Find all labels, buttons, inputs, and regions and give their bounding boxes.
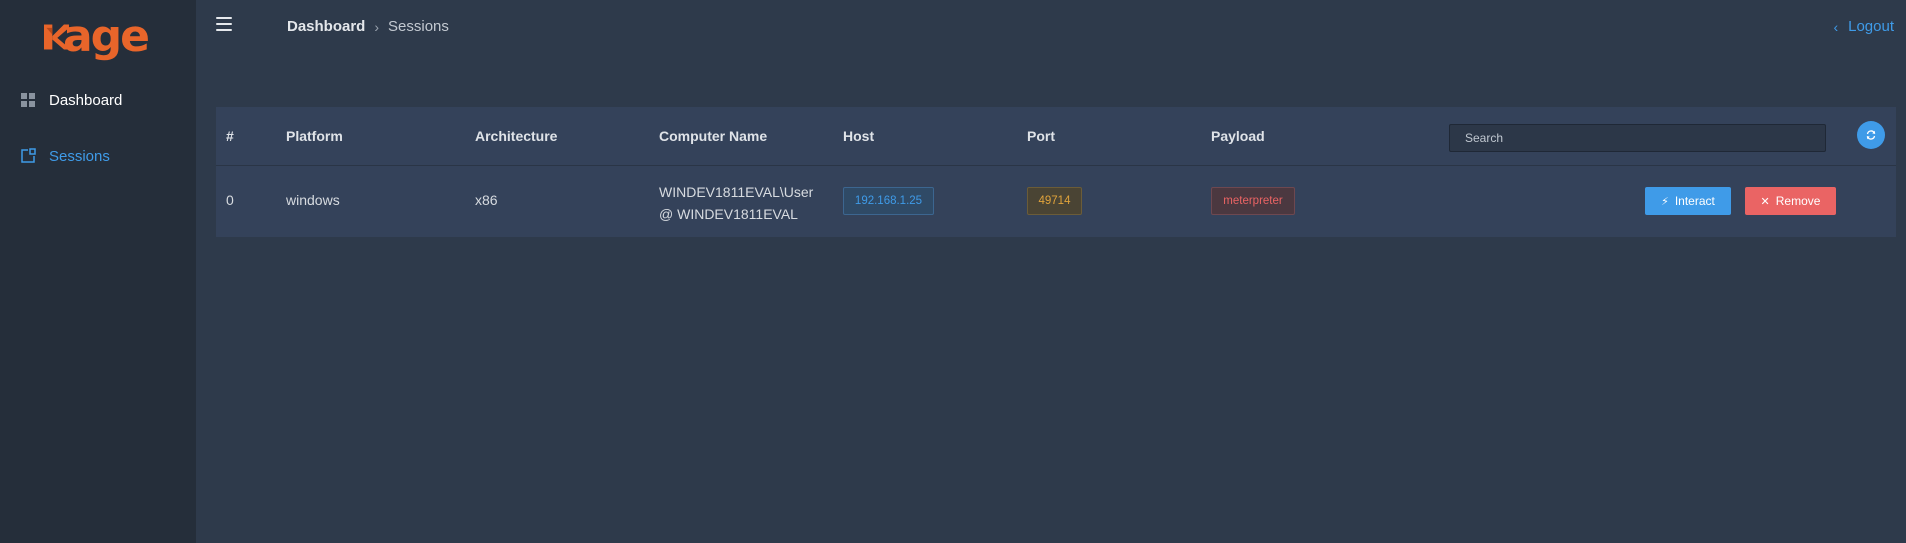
table-row: 0 windows x86 WINDEV1811EVAL\User @ WIND… xyxy=(216,167,1896,237)
lightning-icon: ⚡ xyxy=(1661,195,1669,208)
chevron-right-icon: › xyxy=(374,18,380,35)
breadcrumb-dashboard[interactable]: Dashboard xyxy=(287,18,365,35)
column-header-host[interactable]: Host xyxy=(843,128,874,144)
breadcrumb: Dashboard › Sessions xyxy=(287,18,449,35)
column-header-computer-name[interactable]: Computer Name xyxy=(659,128,767,144)
hamburger-menu-icon[interactable] xyxy=(216,17,232,31)
session-id: 0 xyxy=(226,192,234,208)
interact-label: Interact xyxy=(1674,194,1715,208)
refresh-icon xyxy=(1866,130,1876,140)
grid-icon xyxy=(21,93,35,107)
refresh-button[interactable] xyxy=(1857,121,1885,149)
column-header-port[interactable]: Port xyxy=(1027,128,1055,144)
session-platform: windows xyxy=(286,192,340,208)
remove-button[interactable]: ✕ Remove xyxy=(1745,187,1836,215)
column-header-id[interactable]: # xyxy=(226,128,234,144)
port-badge: 49714 xyxy=(1027,187,1082,215)
sidebar: age Dashboard Sessions xyxy=(0,0,196,543)
sidebar-item-sessions[interactable]: Sessions xyxy=(0,136,196,176)
kage-logo[interactable]: age xyxy=(44,11,150,62)
sidebar-item-dashboard[interactable]: Dashboard xyxy=(0,80,196,120)
computer-name-host: @ WINDEV1811EVAL xyxy=(659,206,798,222)
session-architecture: x86 xyxy=(475,192,498,208)
logout-link[interactable]: ‹ Logout xyxy=(1833,18,1894,35)
computer-name-user: WINDEV1811EVAL\User xyxy=(659,184,814,200)
column-header-payload[interactable]: Payload xyxy=(1211,128,1265,144)
sessions-table: # Platform Architecture Computer Name Ho… xyxy=(216,107,1896,237)
session-computer-name: WINDEV1811EVAL\User @ WINDEV1811EVAL xyxy=(659,181,813,225)
sidebar-item-label: Dashboard xyxy=(49,91,123,109)
breadcrumb-sessions: Sessions xyxy=(388,18,449,35)
column-header-architecture[interactable]: Architecture xyxy=(475,128,557,144)
sidebar-item-label: Sessions xyxy=(49,147,110,165)
column-header-platform[interactable]: Platform xyxy=(286,128,343,144)
topbar: Dashboard › Sessions ‹ Logout xyxy=(196,0,1906,54)
close-icon: ✕ xyxy=(1760,195,1770,208)
sessions-icon xyxy=(21,148,36,163)
host-badge: 192.168.1.25 xyxy=(843,187,934,215)
logo-text: age xyxy=(62,11,150,62)
payload-badge: meterpreter xyxy=(1211,187,1295,215)
table-header: # Platform Architecture Computer Name Ho… xyxy=(216,107,1896,166)
remove-label: Remove xyxy=(1775,194,1821,208)
chevron-left-icon: ‹ xyxy=(1833,18,1839,35)
search-input[interactable] xyxy=(1449,124,1826,152)
logout-label: Logout xyxy=(1848,18,1894,35)
interact-button[interactable]: ⚡ Interact xyxy=(1645,187,1731,215)
